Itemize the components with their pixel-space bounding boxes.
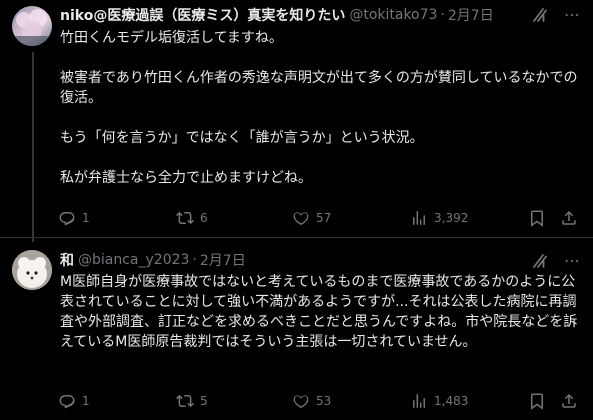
like-button[interactable]: 57 [292, 209, 331, 227]
repost-count: 6 [200, 211, 208, 225]
grok-icon[interactable] [531, 6, 549, 24]
views-button[interactable]: 1,483 [410, 392, 468, 410]
post-text: 竹田くんモデル垢復活してますね。 被害者であり竹田くん作者の秀逸な声明文が出て多… [60, 28, 582, 188]
share-button[interactable] [560, 392, 578, 410]
author-handle[interactable]: @tokitako73 [349, 7, 437, 23]
post-date[interactable]: 2月7日 [448, 5, 494, 25]
heart-icon [293, 395, 309, 409]
separator-dot: · [192, 252, 197, 268]
author-name[interactable]: niko@医療過誤（医療ミス）真実を知りたい [60, 5, 345, 25]
bookmark-button[interactable] [528, 392, 546, 410]
share-icon [562, 210, 576, 225]
like-button[interactable]: 53 [292, 392, 331, 410]
avatar[interactable] [12, 6, 52, 46]
post-header: niko@医療過誤（医療ミス）真実を知りたい @tokitako73 · 2月7… [60, 4, 494, 26]
bookmark-icon [531, 393, 543, 410]
post-paragraph: もう「何を言うか」ではなく「誰が言うか」という状況。 [60, 130, 424, 146]
post-paragraph: M医師自身が医療事故ではないと考えているものまで医療事故であるかのように公表され… [60, 274, 578, 350]
repost-icon [176, 211, 194, 225]
views-count: 3,392 [434, 211, 469, 225]
post-date[interactable]: 2月7日 [200, 250, 246, 270]
views-button[interactable]: 3,392 [410, 209, 468, 227]
author-handle[interactable]: @bianca_y2023 [78, 252, 189, 268]
views-count: 1,483 [434, 394, 469, 408]
more-options-icon[interactable]: ⋯ [563, 6, 581, 24]
more-options-icon[interactable]: ⋯ [563, 252, 581, 270]
heart-icon [293, 212, 309, 226]
views-icon [413, 211, 425, 225]
post-paragraph: 竹田くんモデル垢復活してますね。 [60, 30, 283, 46]
reply-icon [59, 212, 75, 226]
repost-button[interactable]: 5 [176, 392, 208, 410]
avatar[interactable] [12, 250, 52, 290]
post-2[interactable]: 和 @bianca_y2023 · 2月7日 ⋯ M医師自身が医療事故ではないと… [0, 238, 593, 420]
like-count: 57 [316, 211, 332, 225]
repost-button[interactable]: 6 [176, 209, 208, 227]
like-count: 53 [316, 394, 332, 408]
repost-icon [176, 394, 194, 408]
post-paragraph: 被害者であり竹田くん作者の秀逸な声明文が出て多くの方が賛同しているなかでの復活。 [60, 70, 578, 106]
separator-dot: · [440, 7, 445, 23]
thread-line [32, 52, 34, 242]
post-paragraph: 私が弁護士なら全力で止めますけどね。 [60, 170, 312, 186]
post-header: 和 @bianca_y2023 · 2月7日 [60, 249, 246, 271]
reply-count: 1 [82, 394, 90, 408]
share-button[interactable] [560, 209, 578, 227]
bookmark-icon [531, 210, 543, 227]
views-icon [413, 394, 425, 408]
author-name[interactable]: 和 [60, 250, 74, 270]
share-icon [562, 393, 576, 408]
action-bar: 1 5 53 1,483 [58, 392, 582, 414]
post-1[interactable]: niko@医療過誤（医療ミス）真実を知りたい @tokitako73 · 2月7… [0, 0, 593, 242]
repost-count: 5 [200, 394, 208, 408]
action-bar: 1 6 57 3,392 [58, 209, 582, 231]
reply-icon [59, 395, 75, 409]
reply-button[interactable]: 1 [58, 392, 90, 410]
reply-button[interactable]: 1 [58, 209, 90, 227]
grok-icon[interactable] [531, 252, 549, 270]
bookmark-button[interactable] [528, 209, 546, 227]
reply-count: 1 [82, 211, 90, 225]
post-text: M医師自身が医療事故ではないと考えているものまで医療事故であるかのように公表され… [60, 272, 582, 352]
